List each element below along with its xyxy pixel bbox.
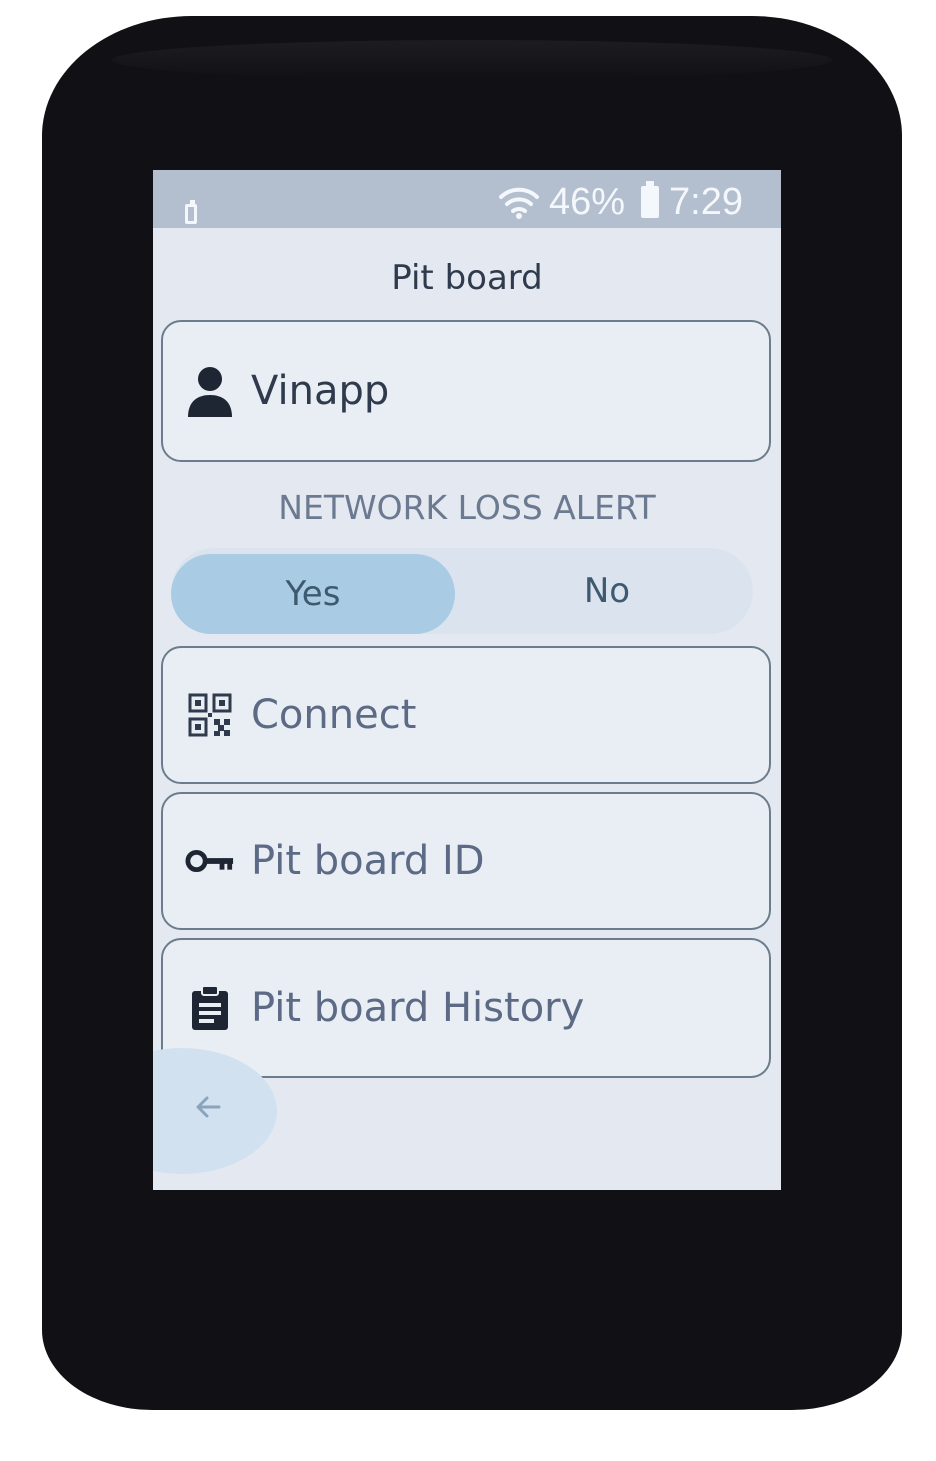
network-loss-alert-toggle: Yes No [171,548,753,634]
user-card[interactable]: Vinapp [161,320,771,462]
pit-board-id-label: Pit board ID [251,838,485,884]
screen: 46% 7:29 Pit board Vinapp NETWORK LOSS A… [153,170,781,1190]
qr-code-icon [185,690,235,740]
status-bar: 46% 7:29 [153,170,781,228]
wifi-icon [498,187,539,219]
network-loss-alert-title: NETWORK LOSS ALERT [278,488,656,527]
pit-board-history-label: Pit board History [251,985,585,1031]
key-icon [185,836,235,886]
page-title: Pit board [391,258,543,298]
connect-button[interactable]: Connect [161,646,771,784]
pit-board-history-button[interactable]: Pit board History [161,938,771,1078]
clock: 7:29 [669,180,743,223]
battery-icon [641,181,660,218]
pit-board-id-button[interactable]: Pit board ID [161,792,771,930]
battery-notification-icon [185,200,197,224]
back-arrow-icon[interactable] [193,1092,223,1122]
toggle-no-button[interactable]: No [461,548,753,634]
connect-label: Connect [251,692,417,738]
toggle-yes-button[interactable]: Yes [171,554,455,634]
user-name: Vinapp [251,368,390,414]
person-icon [185,366,235,417]
device-shine [112,40,832,80]
battery-percent: 46% [548,180,626,223]
status-right: 46% 7:29 [498,180,743,224]
clipboard-icon [185,983,235,1033]
